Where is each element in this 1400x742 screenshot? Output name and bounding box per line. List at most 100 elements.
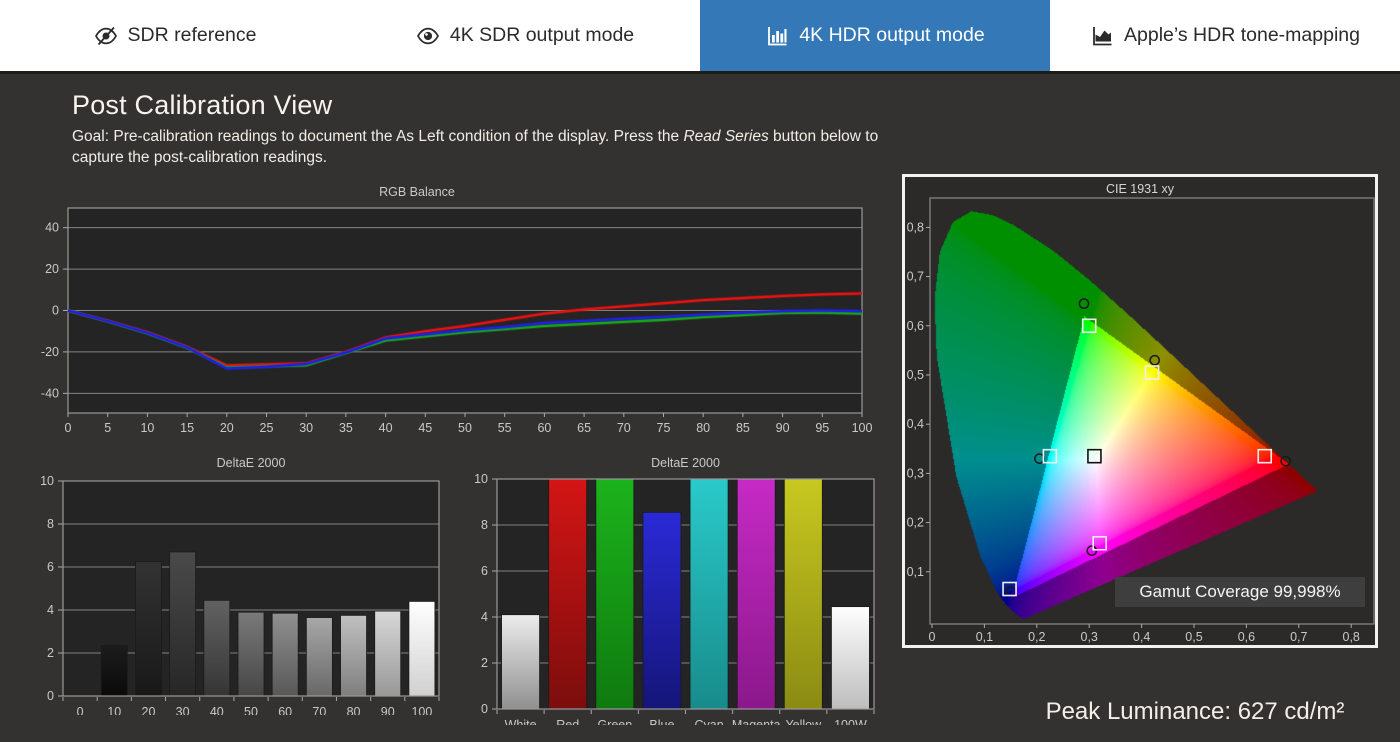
- cie-1931-panel: CIE 1931 xy 00,10,20,30,40,50,60,70,80,1…: [902, 174, 1378, 648]
- cie-target-green: [1079, 299, 1088, 308]
- goal-text: Goal: Pre-calibration readings to docume…: [72, 126, 920, 168]
- cie-measured-green: [1083, 319, 1096, 332]
- peak-luminance: Peak Luminance: 627 cd/m²: [990, 698, 1400, 726]
- goal-prefix: Goal: Pre-calibration readings to docume…: [72, 128, 683, 145]
- svg-text:Cyan: Cyan: [694, 718, 723, 725]
- svg-text:Red: Red: [556, 718, 579, 725]
- bar-yellow: [784, 479, 822, 709]
- svg-text:0: 0: [77, 705, 84, 715]
- svg-text:0,4: 0,4: [907, 417, 924, 431]
- svg-text:20: 20: [220, 421, 234, 433]
- bar-100w: [831, 607, 869, 709]
- cie-overlay: 00,10,20,30,40,50,60,70,80,10,20,30,40,5…: [905, 177, 1375, 645]
- svg-text:70: 70: [617, 421, 631, 433]
- svg-text:40: 40: [45, 221, 59, 235]
- svg-text:80: 80: [696, 421, 710, 433]
- tab-label: 4K SDR output mode: [450, 24, 634, 47]
- bar-60: [272, 613, 298, 696]
- svg-text:0,6: 0,6: [1238, 630, 1255, 644]
- app-window: SDR reference 4K SDR output mode 4K HDR …: [0, 0, 1400, 742]
- deltae-grayscale-chart: 02468100102030405060708090100DeltaE 2000: [15, 450, 460, 715]
- svg-text:8: 8: [481, 518, 488, 532]
- svg-text:40: 40: [210, 705, 224, 715]
- svg-text:0,2: 0,2: [1028, 630, 1045, 644]
- svg-text:0,7: 0,7: [1290, 630, 1307, 644]
- bar-40: [204, 600, 230, 696]
- deltae-color-chart: 0246810WhiteRedGreenBlueCyanMagentaYello…: [450, 450, 890, 725]
- svg-text:0,3: 0,3: [907, 466, 924, 480]
- svg-text:60: 60: [278, 705, 292, 715]
- bar-80: [341, 615, 367, 696]
- bar-70: [306, 618, 332, 696]
- svg-text:-40: -40: [41, 386, 59, 400]
- svg-text:10: 10: [107, 705, 121, 715]
- svg-text:0,8: 0,8: [1343, 630, 1360, 644]
- bar-magenta: [737, 479, 775, 709]
- svg-text:0,7: 0,7: [907, 270, 924, 284]
- svg-text:-20: -20: [41, 345, 59, 359]
- cie-measured-yellow: [1146, 366, 1159, 379]
- svg-text:0,8: 0,8: [907, 220, 924, 234]
- bar-chart-icon: [765, 24, 789, 48]
- area-chart-icon: [1090, 24, 1114, 48]
- bar-red: [549, 479, 587, 709]
- svg-text:75: 75: [657, 421, 671, 433]
- svg-text:0,5: 0,5: [907, 368, 924, 382]
- svg-text:0: 0: [65, 421, 72, 433]
- svg-text:20: 20: [142, 705, 156, 715]
- svg-text:2: 2: [47, 646, 54, 660]
- bar-20: [135, 562, 161, 696]
- bar-10: [101, 645, 127, 696]
- bar-90: [375, 611, 401, 696]
- svg-text:100: 100: [411, 705, 432, 715]
- svg-text:0: 0: [481, 702, 488, 716]
- svg-text:Yellow: Yellow: [785, 718, 822, 725]
- goal-italic: Read Series: [683, 128, 768, 145]
- svg-text:15: 15: [180, 421, 194, 433]
- bar-30: [170, 552, 196, 696]
- bar-50: [238, 612, 264, 696]
- tab-sdr-reference[interactable]: SDR reference: [0, 0, 350, 71]
- svg-text:70: 70: [312, 705, 326, 715]
- cie-target-magenta: [1087, 546, 1096, 555]
- tab-4k-hdr-output-mode[interactable]: 4K HDR output mode: [700, 0, 1050, 71]
- svg-text:0,4: 0,4: [1133, 630, 1150, 644]
- bar-100: [409, 601, 435, 696]
- svg-text:50: 50: [458, 421, 472, 433]
- svg-text:0,2: 0,2: [907, 516, 924, 530]
- svg-text:DeltaE 2000: DeltaE 2000: [217, 456, 286, 470]
- svg-text:8: 8: [47, 517, 54, 531]
- svg-text:0,1: 0,1: [907, 565, 924, 579]
- svg-text:50: 50: [244, 705, 258, 715]
- cie-target-white: [1094, 453, 1103, 462]
- cie-measured-cyan: [1043, 450, 1056, 463]
- svg-text:6: 6: [47, 560, 54, 574]
- svg-text:0: 0: [929, 630, 936, 644]
- svg-text:40: 40: [379, 421, 393, 433]
- tab-4k-sdr-output-mode[interactable]: 4K SDR output mode: [350, 0, 700, 71]
- svg-text:80: 80: [347, 705, 361, 715]
- cie-target-red: [1281, 457, 1290, 466]
- svg-text:0,1: 0,1: [976, 630, 993, 644]
- svg-text:95: 95: [815, 421, 829, 433]
- svg-text:10: 10: [40, 474, 54, 488]
- eye-slash-icon: [94, 24, 118, 48]
- svg-text:60: 60: [537, 421, 551, 433]
- eye-icon: [416, 24, 440, 48]
- tab-label: 4K HDR output mode: [799, 24, 984, 47]
- svg-text:5: 5: [104, 421, 111, 433]
- svg-text:20: 20: [45, 262, 59, 276]
- svg-text:6: 6: [481, 564, 488, 578]
- tab-label: SDR reference: [128, 24, 257, 47]
- gamut-coverage-badge: Gamut Coverage 99,998%: [1115, 577, 1365, 607]
- svg-text:Blue: Blue: [649, 718, 674, 725]
- svg-text:4: 4: [47, 603, 54, 617]
- svg-text:10: 10: [474, 472, 488, 486]
- tab-apples-hdr-tone-mapping[interactable]: Apple’s HDR tone-mapping: [1050, 0, 1400, 71]
- svg-text:100W: 100W: [834, 718, 867, 725]
- tab-label: Apple’s HDR tone-mapping: [1124, 24, 1360, 47]
- svg-text:0,6: 0,6: [907, 319, 924, 333]
- svg-text:Green: Green: [597, 718, 632, 725]
- svg-text:0: 0: [47, 689, 54, 703]
- svg-text:0: 0: [52, 304, 59, 318]
